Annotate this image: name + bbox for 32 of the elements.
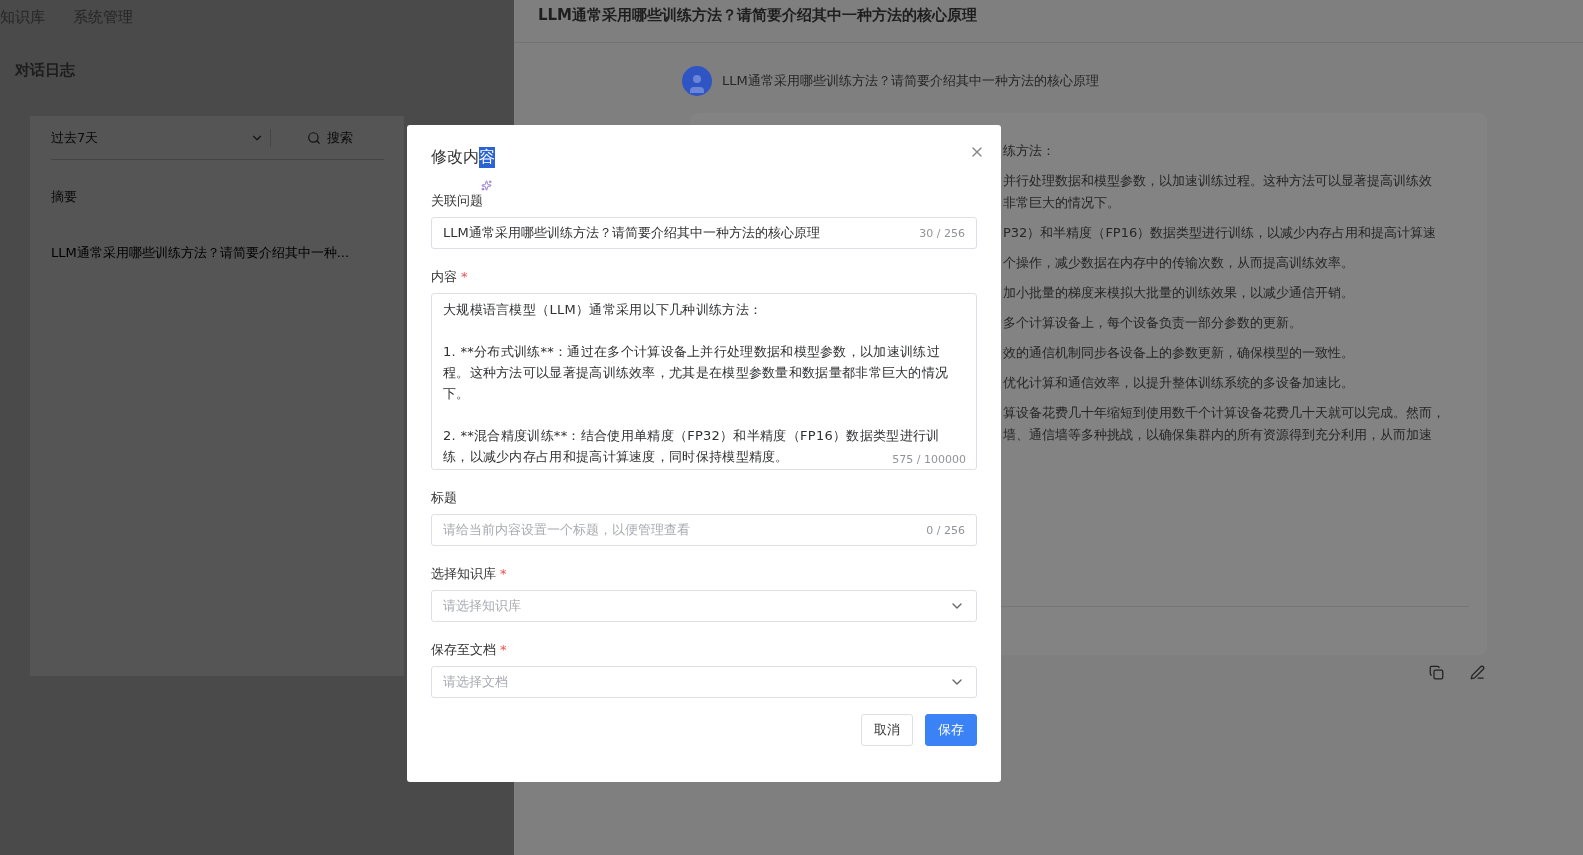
field-label: 内容 <box>431 268 457 286</box>
required-mark: * <box>500 565 507 583</box>
date-filter[interactable]: 过去7天 <box>51 128 271 147</box>
copy-icon[interactable] <box>1429 665 1444 680</box>
required-mark: * <box>500 641 507 659</box>
answer-paragraph: 多个计算设备上，每个设备负责一部分参数的更新。 <box>1003 314 1303 332</box>
edit-icon[interactable] <box>1470 665 1485 680</box>
answer-paragraph: P32）和半精度（FP16）数据类型进行训练，以减少内存占用和提高计算速 <box>1003 224 1438 242</box>
answer-paragraph: 练方法： <box>1003 142 1056 160</box>
field-label: 保存至文档 <box>431 641 496 659</box>
required-mark: * <box>461 268 468 286</box>
select-field[interactable]: 请选择知识库 <box>431 590 977 622</box>
search-icon <box>307 130 321 145</box>
cancel-button[interactable]: 取消 <box>861 714 913 746</box>
answer-paragraph: 并行处理数据和模型参数，以加速训练过程。这种方法可以显著提高训练效 非常巨大的情况下。 <box>1003 172 1433 212</box>
dialog-title: 修改内容 <box>431 147 496 168</box>
content-textarea[interactable]: 大规模语言模型（LLM）通常采用以下几种训练方法： 1. **分布式训练**：通过在多个计算设备上并行处理数据和模型参数，以加速训练过程。这种方法可以显著提高训练效率，尤其是在模型参数量和数据量都非常巨大的情况下。 2. **混合精度训练**：结合使用单精度（FP32）和半精度（FP16）数据类型进行训练，以减少内存占用和提高计算速度，同时保持模型精度。 575 / 100000 <box>431 293 977 470</box>
column-header: 摘要 <box>51 188 78 206</box>
answer-paragraph: 加小批量的梯度来模拟大批量的训练效果，以减少通信开销。 <box>1003 284 1355 302</box>
answer-paragraph: 个操作，减少数据在内存中的传输次数，从而提高训练效率。 <box>1003 254 1355 272</box>
text-field[interactable]: LLM通常采用哪些训练方法？请简要介绍其中一种方法的核心原理 30 / 256 <box>431 217 977 249</box>
answer-paragraph: 算设备花费几十年缩短到使用数千个计算设备花费几十天就可以完成。然而， 墙、通信墙等多种挑战，以确保集群内的所有资源得到充分利用，从而加速 <box>1003 404 1446 444</box>
field-label: 选择知识库 <box>431 565 496 583</box>
conversation-title: LLM通常采用哪些训练方法？请简要介绍其中一种方法的核心原理 <box>514 0 1583 43</box>
field-label: 标题 <box>431 489 457 507</box>
save-button[interactable]: 保存 <box>925 714 977 746</box>
user-avatar-icon <box>682 66 712 96</box>
field-label: 关联问题 <box>431 192 483 210</box>
answer-paragraph: 优化计算和通信效率，以提升整体训练系统的多设备加速比。 <box>1003 374 1355 392</box>
select-field[interactable]: 请选择文档 <box>431 666 977 698</box>
search-field[interactable]: 搜索 <box>307 128 353 147</box>
sparkle-icon <box>481 180 492 191</box>
